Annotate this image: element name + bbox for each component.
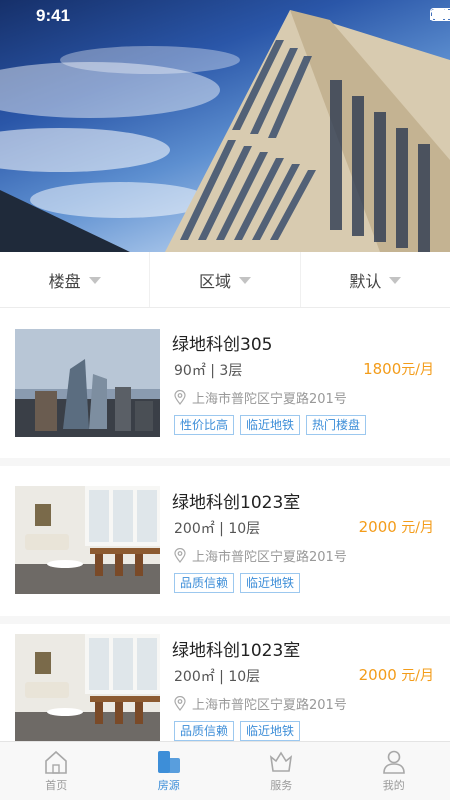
listing-tag: 热门楼盘: [306, 415, 367, 435]
address-text: 上海市普陀区宁夏路201号: [192, 550, 347, 565]
divider: [0, 616, 450, 624]
listing-address: 上海市普陀区宁夏路201号: [174, 546, 347, 565]
listing-title: 绿地科创305: [172, 335, 273, 355]
building-icon: [157, 751, 180, 773]
tab-home-label: 首页: [45, 779, 68, 792]
listing-address: 上海市普陀区宁夏路201号: [174, 388, 347, 407]
caret-down-icon: [88, 277, 101, 284]
filter-district[interactable]: 区域: [150, 252, 301, 307]
filter-sort-label: 默认: [349, 271, 382, 291]
listing-area-floor: 90㎡ | 3层: [174, 363, 243, 379]
price-unit: 元/月: [396, 520, 434, 536]
listing-tag: 临近地铁: [240, 721, 301, 741]
listing-address: 上海市普陀区宁夏路201号: [174, 694, 347, 713]
battery-icon: [430, 8, 450, 21]
tab-listings[interactable]: 房源: [113, 742, 226, 800]
divider: [0, 458, 450, 466]
listing-tag: 性价比高: [174, 415, 235, 435]
listing-tags: 性价比高 临近地铁 热门楼盘: [174, 415, 367, 435]
location-pin-icon: [174, 390, 186, 405]
listing-tag: 临近地铁: [240, 573, 301, 593]
listing-price: 1800元/月: [363, 359, 434, 379]
listing-title: 绿地科创1023室: [172, 641, 301, 661]
filter-bar: 楼盘 区域 默认: [0, 252, 450, 308]
price-unit: 元/月: [396, 668, 434, 684]
listing-card[interactable]: 绿地科创305 90㎡ | 3层 1800元/月 上海市普陀区宁夏路201号 性…: [0, 308, 450, 458]
bottom-tab-bar: 首页 房源 服务 我的: [0, 741, 450, 800]
location-pin-icon: [174, 696, 186, 711]
price-value: 1800: [363, 360, 402, 378]
listing-thumbnail: [15, 486, 160, 594]
listing-area-floor: 200㎡ | 10层: [174, 521, 261, 537]
listing-tags: 品质信赖 临近地铁: [174, 573, 301, 593]
service-icon: [270, 751, 293, 772]
hero-building-image: [0, 10, 450, 252]
listing-thumbnail: [15, 329, 160, 437]
listing-tag: 临近地铁: [240, 415, 301, 435]
listing-tag: 品质信赖: [174, 721, 235, 741]
filter-district-label: 区域: [198, 271, 231, 291]
address-text: 上海市普陀区宁夏路201号: [192, 392, 347, 407]
tab-profile-label: 我的: [382, 779, 405, 792]
caret-down-icon: [389, 277, 402, 284]
caret-down-icon: [239, 277, 251, 284]
price-unit: 元/月: [401, 362, 434, 378]
status-time: 9:41: [36, 6, 71, 25]
address-text: 上海市普陀区宁夏路201号: [192, 698, 347, 713]
filter-building[interactable]: 楼盘: [0, 252, 151, 307]
listing-area-floor: 200㎡ | 10层: [174, 669, 261, 685]
profile-icon: [382, 750, 405, 774]
price-value: 2000: [358, 666, 397, 684]
tab-home[interactable]: 首页: [0, 742, 113, 800]
listing-card[interactable]: 绿地科创1023室 200㎡ | 10层 2000 元/月 上海市普陀区宁夏路2…: [0, 466, 450, 616]
price-value: 2000: [358, 518, 397, 536]
listing-price: 2000 元/月: [359, 665, 434, 685]
tab-profile[interactable]: 我的: [338, 742, 450, 800]
tab-services-label: 服务: [270, 779, 293, 792]
listing-price: 2000 元/月: [359, 517, 434, 537]
listing-thumbnail: [15, 634, 160, 742]
filter-sort[interactable]: 默认: [301, 252, 450, 307]
status-bar: 9:41: [0, 0, 450, 30]
listing-tag: 品质信赖: [174, 573, 235, 593]
home-icon: [45, 750, 68, 774]
listing-tags: 品质信赖 临近地铁: [174, 721, 301, 741]
tab-services[interactable]: 服务: [225, 742, 338, 800]
hero-banner: 9:41: [0, 0, 450, 252]
tab-listings-label: 房源: [157, 779, 180, 792]
filter-building-label: 楼盘: [48, 271, 81, 291]
location-pin-icon: [174, 548, 186, 563]
listing-title: 绿地科创1023室: [172, 493, 301, 513]
